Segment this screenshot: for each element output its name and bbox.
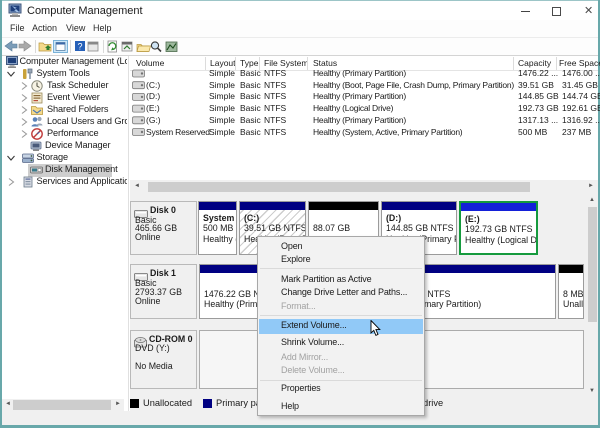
svg-text:?: ? [78, 42, 83, 52]
